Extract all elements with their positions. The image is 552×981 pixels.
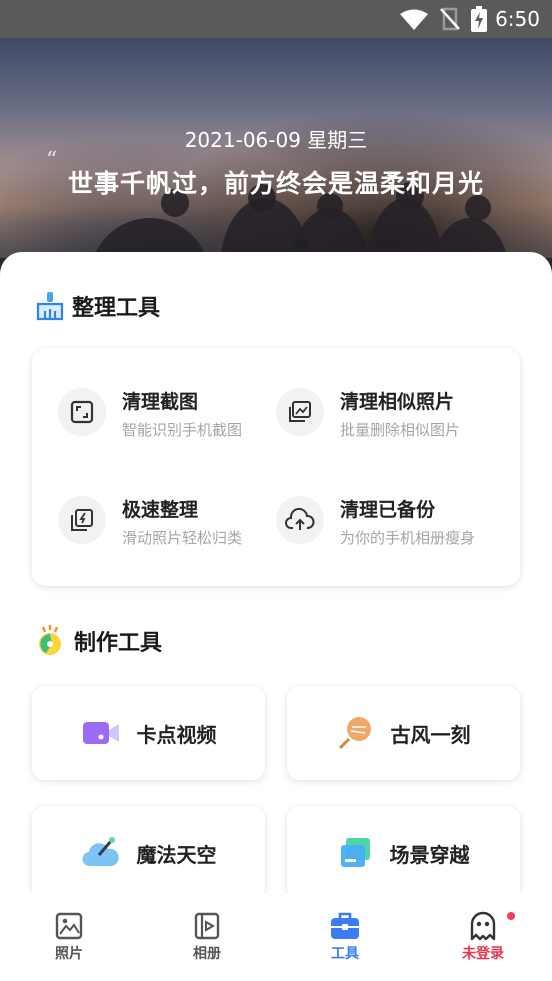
tool-clean-screenshots[interactable]: 清理截图 智能识别手机截图	[58, 388, 242, 440]
tool-desc: 滑动照片轻松归类	[122, 529, 243, 547]
hero-quote: 世事千帆过，前方终会是温柔和月光	[67, 169, 484, 198]
fan-icon	[338, 717, 371, 750]
tool-name: 场景穿越	[389, 842, 470, 867]
tool-fast-sort[interactable]: 极速整理 滑动照片轻松归类	[58, 496, 242, 548]
tool-clean-backed-up[interactable]: 清理已备份 为你的手机相册瘦身	[276, 496, 475, 548]
tool-scene-travel[interactable]: 场景穿越	[287, 806, 520, 900]
photo-icon	[55, 912, 83, 940]
tool-name: 清理已备份	[340, 499, 436, 521]
tool-name: 古风一刻	[390, 722, 471, 747]
tool-desc: 批量删除相似图片	[340, 421, 461, 439]
tool-name: 清理截图	[122, 391, 199, 413]
tool-ancient-moment[interactable]: 古风一刻	[287, 686, 520, 780]
tool-name: 卡点视频	[136, 722, 217, 747]
status-time: 6:50	[495, 7, 540, 31]
hero-date: 2021-06-09 星期三	[184, 128, 368, 152]
tool-desc: 智能识别手机截图	[122, 421, 243, 439]
organize-section-title: 整理工具	[36, 290, 160, 322]
status-bar: 6:50	[0, 0, 552, 38]
nav-albums[interactable]: 相册	[167, 911, 247, 963]
nav-label: 相册	[193, 946, 221, 962]
tool-name: 魔法天空	[136, 842, 217, 867]
tool-magic-sky[interactable]: 魔法天空	[32, 806, 265, 900]
similar-photos-icon	[276, 388, 324, 436]
tool-name: 极速整理	[122, 499, 199, 521]
hero-banner: 2021-06-09 星期三 “ 世事千帆过，前方终会是温柔和月光	[0, 38, 552, 278]
nav-label: 未登录	[462, 946, 504, 962]
tool-beat-video[interactable]: 卡点视频	[32, 686, 265, 780]
scene-icon	[340, 838, 370, 867]
nav-photos[interactable]: 照片	[29, 911, 109, 963]
screenshot-icon	[58, 388, 106, 436]
nav-label: 工具	[331, 946, 359, 962]
tool-desc: 为你的手机相册瘦身	[340, 529, 476, 547]
organize-title-label: 整理工具	[72, 296, 161, 321]
cloud-upload-icon	[276, 496, 324, 544]
wifi-icon	[400, 9, 428, 30]
nav-tools[interactable]: 工具	[305, 911, 385, 963]
nav-label: 照片	[55, 946, 83, 962]
broom-icon	[36, 292, 64, 321]
video-camera-icon	[82, 722, 119, 744]
notification-dot	[507, 912, 515, 920]
magic-sky-icon	[81, 837, 119, 867]
no-signal-icon	[440, 7, 460, 31]
tool-clean-similar-photos[interactable]: 清理相似照片 批量删除相似图片	[276, 388, 460, 440]
organize-tools-card	[32, 348, 520, 586]
album-icon	[194, 912, 220, 940]
create-section-title: 制作工具	[36, 624, 162, 658]
fast-sort-icon	[58, 496, 106, 544]
create-title-label: 制作工具	[74, 631, 163, 656]
palette-icon	[39, 625, 61, 655]
tool-name: 清理相似照片	[340, 391, 455, 413]
battery-charging-icon	[471, 6, 487, 32]
toolbox-icon	[331, 912, 359, 939]
bottom-navigation: 照片 相册 工具 未登录	[0, 893, 552, 981]
ghost-icon	[470, 911, 496, 941]
